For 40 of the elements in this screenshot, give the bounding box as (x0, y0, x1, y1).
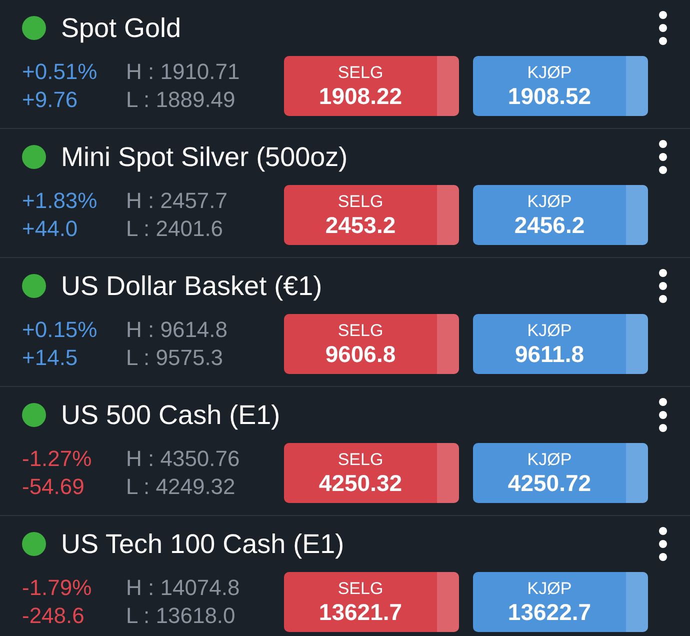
low-price: L : 13618.0 (126, 603, 236, 629)
price-change: +14.5 (22, 345, 79, 371)
instrument-name[interactable]: Spot Gold (61, 12, 658, 44)
more-options-icon[interactable] (658, 10, 668, 46)
sell-button[interactable]: SELG 9606.8 (284, 314, 459, 374)
high-price: H : 9614.8 (126, 317, 229, 343)
instrument-name[interactable]: US 500 Cash (E1) (61, 400, 658, 430)
percent-change: +1.83% (22, 188, 98, 214)
sell-button[interactable]: SELG 13621.7 (284, 572, 459, 632)
price-change: +44.0 (22, 216, 79, 242)
instrument-name[interactable]: US Dollar Basket (€1) (61, 270, 658, 302)
buy-button[interactable]: KJØP 1908.52 (473, 56, 648, 116)
more-options-icon[interactable] (658, 526, 668, 562)
more-options-icon[interactable] (658, 268, 668, 304)
high-price: H : 1910.71 (126, 59, 241, 85)
buy-button[interactable]: KJØP 13622.7 (473, 572, 648, 632)
high-price: H : 14074.8 (126, 575, 241, 601)
low-price: L : 2401.6 (126, 216, 224, 242)
percent-change: +0.15% (22, 317, 98, 343)
low-price: L : 1889.49 (126, 87, 236, 113)
buy-button[interactable]: KJØP 2456.2 (473, 185, 648, 245)
low-price: L : 9575.3 (126, 345, 224, 371)
high-price: H : 4350.76 (126, 446, 241, 472)
price-change: +9.76 (22, 87, 79, 113)
percent-change: +0.51% (22, 59, 98, 85)
instrument-name[interactable]: Mini Spot Silver (500oz) (61, 142, 658, 172)
price-change: -248.6 (22, 603, 86, 629)
low-price: L : 4249.32 (126, 474, 236, 500)
percent-change: -1.27% (22, 446, 93, 472)
sell-button[interactable]: SELG 4250.32 (284, 443, 459, 503)
more-options-icon[interactable] (658, 139, 668, 175)
instrument-name[interactable]: US Tech 100 Cash (E1) (61, 528, 658, 560)
sell-button[interactable]: SELG 1908.22 (284, 56, 459, 116)
price-change: -54.69 (22, 474, 86, 500)
more-options-icon[interactable] (658, 397, 668, 433)
buy-button[interactable]: KJØP 9611.8 (473, 314, 648, 374)
high-price: H : 2457.7 (126, 188, 229, 214)
sell-button[interactable]: SELG 2453.2 (284, 185, 459, 245)
buy-button[interactable]: KJØP 4250.72 (473, 443, 648, 503)
percent-change: -1.79% (22, 575, 93, 601)
